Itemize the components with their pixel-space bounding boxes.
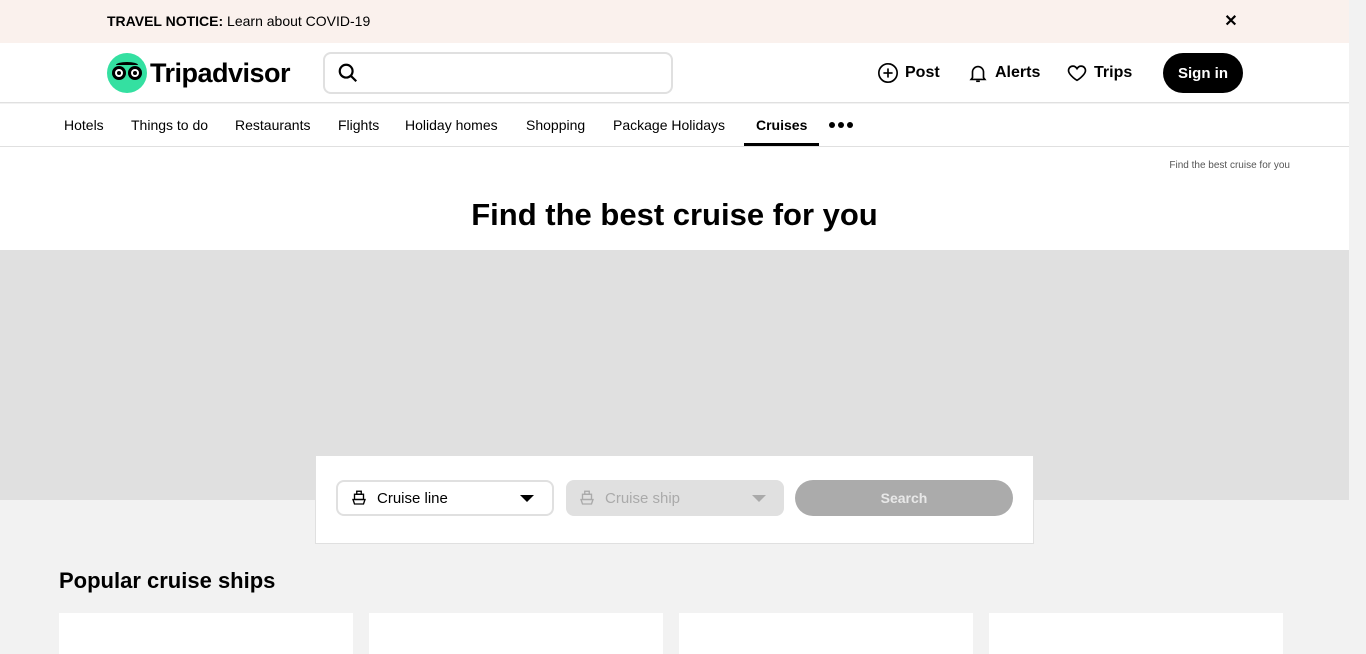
search-input[interactable] bbox=[369, 54, 671, 92]
main-nav: Hotels Things to do Restaurants Flights … bbox=[0, 104, 1349, 147]
travel-notice-label: TRAVEL NOTICE: bbox=[107, 13, 224, 29]
nav-item-flights[interactable]: Flights bbox=[338, 104, 379, 146]
search-icon bbox=[338, 63, 358, 83]
logo-text: Tripadvisor bbox=[150, 57, 291, 88]
hero-header: Find the best cruise for you Find the be… bbox=[0, 147, 1349, 250]
more-icon[interactable] bbox=[829, 117, 853, 133]
ship-card[interactable] bbox=[989, 613, 1283, 654]
caret-down-icon bbox=[752, 494, 766, 502]
nav-item-shopping[interactable]: Shopping bbox=[526, 104, 585, 146]
trips-label: Trips bbox=[1094, 64, 1133, 81]
heart-icon bbox=[1067, 65, 1087, 82]
nav-item-things-to-do[interactable]: Things to do bbox=[131, 104, 208, 146]
logo[interactable]: Tripadvisor bbox=[107, 53, 291, 93]
plus-circle-icon bbox=[878, 63, 898, 83]
nav-item-cruises[interactable]: Cruises bbox=[743, 104, 820, 146]
cruise-line-select[interactable]: Cruise line bbox=[336, 480, 554, 516]
cruise-ship-select: Cruise ship bbox=[566, 480, 784, 516]
post-button[interactable]: Post bbox=[877, 61, 940, 85]
page-title: Find the best cruise for you bbox=[471, 197, 878, 232]
bell-icon bbox=[969, 65, 987, 83]
ship-icon bbox=[580, 490, 594, 505]
nav-item-package-holidays[interactable]: Package Holidays bbox=[613, 104, 725, 146]
caret-down-icon bbox=[520, 494, 534, 502]
alerts-button[interactable]: Alerts bbox=[967, 61, 1040, 85]
ship-card[interactable] bbox=[679, 613, 973, 654]
nav-item-restaurants[interactable]: Restaurants bbox=[235, 104, 310, 146]
popular-ships-title: Popular cruise ships bbox=[59, 568, 276, 593]
ship-card[interactable] bbox=[369, 613, 663, 654]
nav-item-holiday-homes[interactable]: Holiday homes bbox=[405, 104, 498, 146]
search-bar[interactable] bbox=[323, 52, 673, 94]
cruise-search-button[interactable]: Search bbox=[795, 480, 1013, 516]
post-label: Post bbox=[905, 64, 940, 81]
travel-notice-link[interactable]: Learn about COVID-19 bbox=[227, 13, 370, 29]
owl-logo-icon bbox=[107, 53, 147, 93]
ship-icon bbox=[352, 490, 366, 505]
nav-item-hotels[interactable]: Hotels bbox=[64, 104, 104, 146]
trips-button[interactable]: Trips bbox=[1066, 61, 1132, 85]
cruise-line-label: Cruise line bbox=[377, 489, 448, 507]
site-header: Tripadvisor Post Alerts Trips Sign in bbox=[0, 43, 1349, 103]
travel-notice[interactable]: TRAVEL NOTICE: Learn about COVID-19 bbox=[107, 13, 370, 29]
close-icon[interactable]: ✕ bbox=[1222, 12, 1240, 30]
cruise-ship-label: Cruise ship bbox=[605, 489, 681, 507]
ship-card[interactable] bbox=[59, 613, 353, 654]
alerts-label: Alerts bbox=[995, 64, 1041, 81]
travel-notice-bar: TRAVEL NOTICE: Learn about COVID-19 ✕ bbox=[0, 0, 1349, 43]
breadcrumb: Find the best cruise for you bbox=[1169, 160, 1290, 171]
cruise-search-card: Cruise line Cruise ship Search bbox=[315, 455, 1034, 544]
sign-in-button[interactable]: Sign in bbox=[1163, 53, 1243, 93]
